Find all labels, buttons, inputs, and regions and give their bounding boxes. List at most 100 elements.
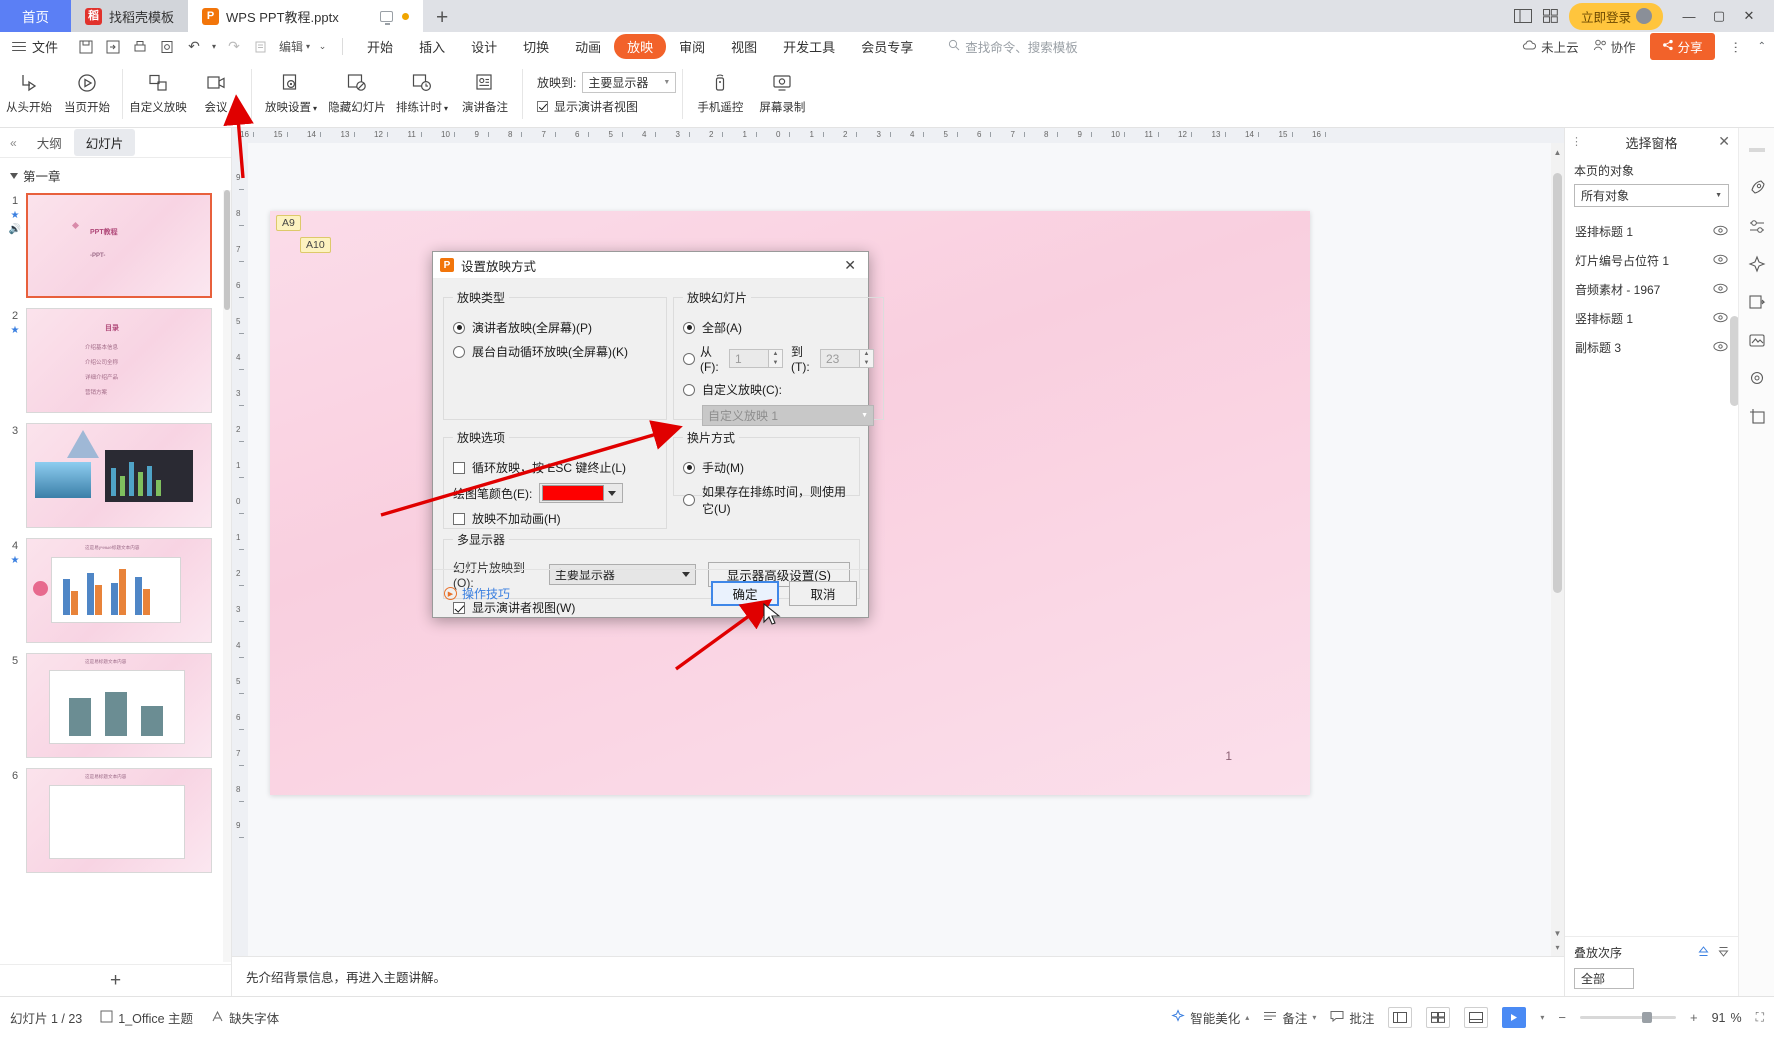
tab-review[interactable]: 审阅 (666, 34, 718, 59)
save-icon[interactable] (74, 35, 98, 59)
ribbon-custom-show[interactable]: 自定义放映 (129, 65, 187, 115)
to-slide-spin-buttons[interactable]: ▲ ▼ (860, 349, 874, 368)
pen-color-row[interactable]: 绘图笔颜色(E): (453, 483, 657, 503)
tab-animation[interactable]: 动画 (562, 34, 614, 59)
visibility-eye-icon-2[interactable] (1713, 254, 1728, 267)
object-tag-a9[interactable]: A9 (276, 215, 301, 231)
no-animation-checkbox[interactable] (453, 512, 465, 525)
ribbon-hide-slide[interactable]: 隐藏幻灯片 (324, 65, 390, 115)
radio-all-slides[interactable] (683, 321, 695, 334)
slideshow-dropdown-icon[interactable]: ▾ (1540, 1013, 1544, 1022)
ribbon-screen-record[interactable]: 屏幕录制 (751, 65, 813, 115)
print-icon[interactable] (128, 35, 152, 59)
show-type-option-presenter[interactable]: 演讲者放映(全屏幕)(P) (453, 319, 657, 336)
tab-insert[interactable]: 插入 (406, 34, 458, 59)
grid-view-icon[interactable] (1542, 9, 1558, 23)
object-tag-a10[interactable]: A10 (300, 237, 331, 253)
new-tab-button[interactable]: + (423, 4, 461, 32)
search-command-box[interactable]: 查找命令、搜索模板 (948, 37, 1078, 56)
vertical-ruler[interactable]: 9 8 7 6 5 4 3 2 1 0 1 2 3 4 5 6 7 8 9 (232, 143, 248, 956)
select-all-field[interactable]: 全部 (1574, 968, 1634, 989)
from-slide-value[interactable]: 1 (729, 349, 769, 368)
more-options-icon[interactable]: ⋯ (1729, 41, 1744, 52)
bring-forward-icon[interactable] (1698, 945, 1709, 960)
slide-preview-5[interactable]: 这是易标题文本内容 (26, 653, 212, 758)
panel-layout-icon[interactable] (1513, 9, 1532, 23)
smart-beautify-button[interactable]: 智能美化 ▴ (1171, 1008, 1249, 1027)
tab-view[interactable]: 视图 (718, 34, 770, 59)
slide-thumb-3[interactable]: 3 (0, 420, 223, 535)
radio-presenter[interactable] (453, 321, 465, 334)
collapse-panel-icon[interactable]: « (6, 136, 25, 150)
slide-count-status[interactable]: 幻灯片 1 / 23 (10, 1008, 82, 1027)
dialog-close-button[interactable]: ✕ (839, 257, 861, 274)
redo-icon[interactable]: ↷ (222, 35, 246, 59)
smart-picture-icon[interactable] (1745, 328, 1769, 352)
slide-thumb-5[interactable]: 5 这是易标题文本内容 (0, 650, 223, 765)
tab-document[interactable]: P WPS PPT教程.pptx (188, 0, 424, 32)
tab-slideshow[interactable]: 放映 (614, 34, 667, 59)
slide-list-scroll-thumb[interactable] (224, 190, 230, 310)
slide-thumb-6[interactable]: 6 这是易标题文本内容 (0, 765, 223, 880)
undo-dropdown-icon[interactable]: ▾ (209, 35, 219, 59)
start-slideshow-button[interactable] (1502, 1007, 1527, 1028)
radio-kiosk[interactable] (453, 345, 465, 358)
slideshow-settings-dialog[interactable]: P 设置放映方式 ✕ 放映类型 演讲者放映(全屏幕)(P) 展台自动循环放映(全… (432, 251, 884, 618)
advance-manual-option[interactable]: 手动(M) (683, 459, 850, 476)
maximize-button[interactable]: ▢ (1704, 0, 1734, 32)
visibility-eye-icon-1[interactable] (1713, 225, 1728, 238)
section-header[interactable]: 第一章 (0, 158, 231, 189)
tab-home[interactable]: 首页 (0, 0, 71, 32)
slide-thumb-4[interactable]: 4 ★ 这是易учные标题文本内容 (0, 535, 223, 650)
magic-star-icon[interactable] (1745, 252, 1769, 276)
ribbon-show-settings[interactable]: 放映设置 ▾ (258, 65, 324, 115)
tab-transition[interactable]: 切换 (510, 34, 562, 59)
tab-start[interactable]: 开始 (354, 34, 406, 59)
no-animation-option[interactable]: 放映不加动画(H) (453, 510, 657, 527)
slide-thumb-2[interactable]: 2 ★ 目录 介绍基本信息 介绍公司全称 详细介绍产品 营销方案 (0, 305, 223, 420)
login-button[interactable]: 立即登录 (1568, 2, 1663, 30)
list-item[interactable]: 竖排标题 1 (1574, 304, 1729, 333)
reading-view-button[interactable] (1464, 1007, 1489, 1028)
tab-template-search[interactable]: 稻 找稻壳模板 (71, 0, 189, 32)
theme-status[interactable]: 1_Office 主题 (100, 1008, 193, 1027)
undo-icon[interactable]: ↶ (182, 35, 206, 59)
crop-frame-icon[interactable] (1745, 404, 1769, 428)
visibility-eye-icon-5[interactable] (1713, 341, 1728, 354)
tab-outline[interactable]: 大纲 (25, 129, 74, 156)
speaker-notes-bar[interactable]: 先介绍背景信息，再进入主题讲解。 (232, 956, 1564, 996)
close-pane-icon[interactable]: ✕ (1718, 133, 1730, 150)
list-item[interactable]: 竖排标题 1 (1574, 217, 1729, 246)
list-item[interactable]: 副标题 3 (1574, 333, 1729, 362)
rocket-icon[interactable] (1745, 176, 1769, 200)
to-spin-down-icon[interactable]: ▼ (860, 359, 873, 368)
from-spin-down-icon[interactable]: ▼ (769, 359, 782, 368)
missing-font-status[interactable]: 缺失字体 (211, 1008, 279, 1027)
format-painter-icon[interactable] (249, 35, 273, 59)
tab-developer[interactable]: 开发工具 (770, 34, 848, 59)
list-item[interactable]: 灯片编号占位符 1 (1574, 246, 1729, 275)
object-filter-select[interactable]: 所有对象 ▼ (1574, 184, 1729, 207)
scroll-down-icon[interactable]: ▼ (1551, 926, 1564, 940)
scroll-fit-icon[interactable]: ▾ (1551, 940, 1564, 954)
notes-toggle-button[interactable]: 备注 ▾ (1263, 1008, 1316, 1027)
radio-range-slides[interactable] (683, 352, 695, 365)
ribbon-meeting[interactable]: 会议 (187, 65, 245, 115)
add-slide-button[interactable]: + (110, 970, 121, 992)
edit-mode-label[interactable]: 编辑 ▾ (276, 35, 313, 59)
zoom-slider-handle[interactable] (1641, 1012, 1652, 1023)
from-spin-up-icon[interactable]: ▲ (769, 350, 782, 359)
fit-to-window-icon[interactable]: ⛶ (1756, 1010, 1764, 1025)
to-spin-up-icon[interactable]: ▲ (860, 350, 873, 359)
monitor-icon[interactable] (380, 10, 394, 25)
comments-button[interactable]: 批注 (1330, 1008, 1374, 1027)
canvas-scrollbar[interactable]: ▲ ▼ ▾ (1551, 143, 1564, 956)
tab-design[interactable]: 设计 (458, 34, 510, 59)
zoom-out-icon[interactable]: − (1558, 1010, 1566, 1025)
visibility-eye-icon-4[interactable] (1713, 312, 1728, 325)
close-button[interactable]: ✕ (1734, 0, 1764, 32)
save-to-cloud-icon[interactable] (101, 35, 125, 59)
advance-timing-option[interactable]: 如果存在排练时间，则使用它(U) (683, 483, 850, 517)
presenter-view-checkbox[interactable] (537, 101, 548, 112)
cancel-button[interactable]: 取消 (789, 581, 857, 606)
